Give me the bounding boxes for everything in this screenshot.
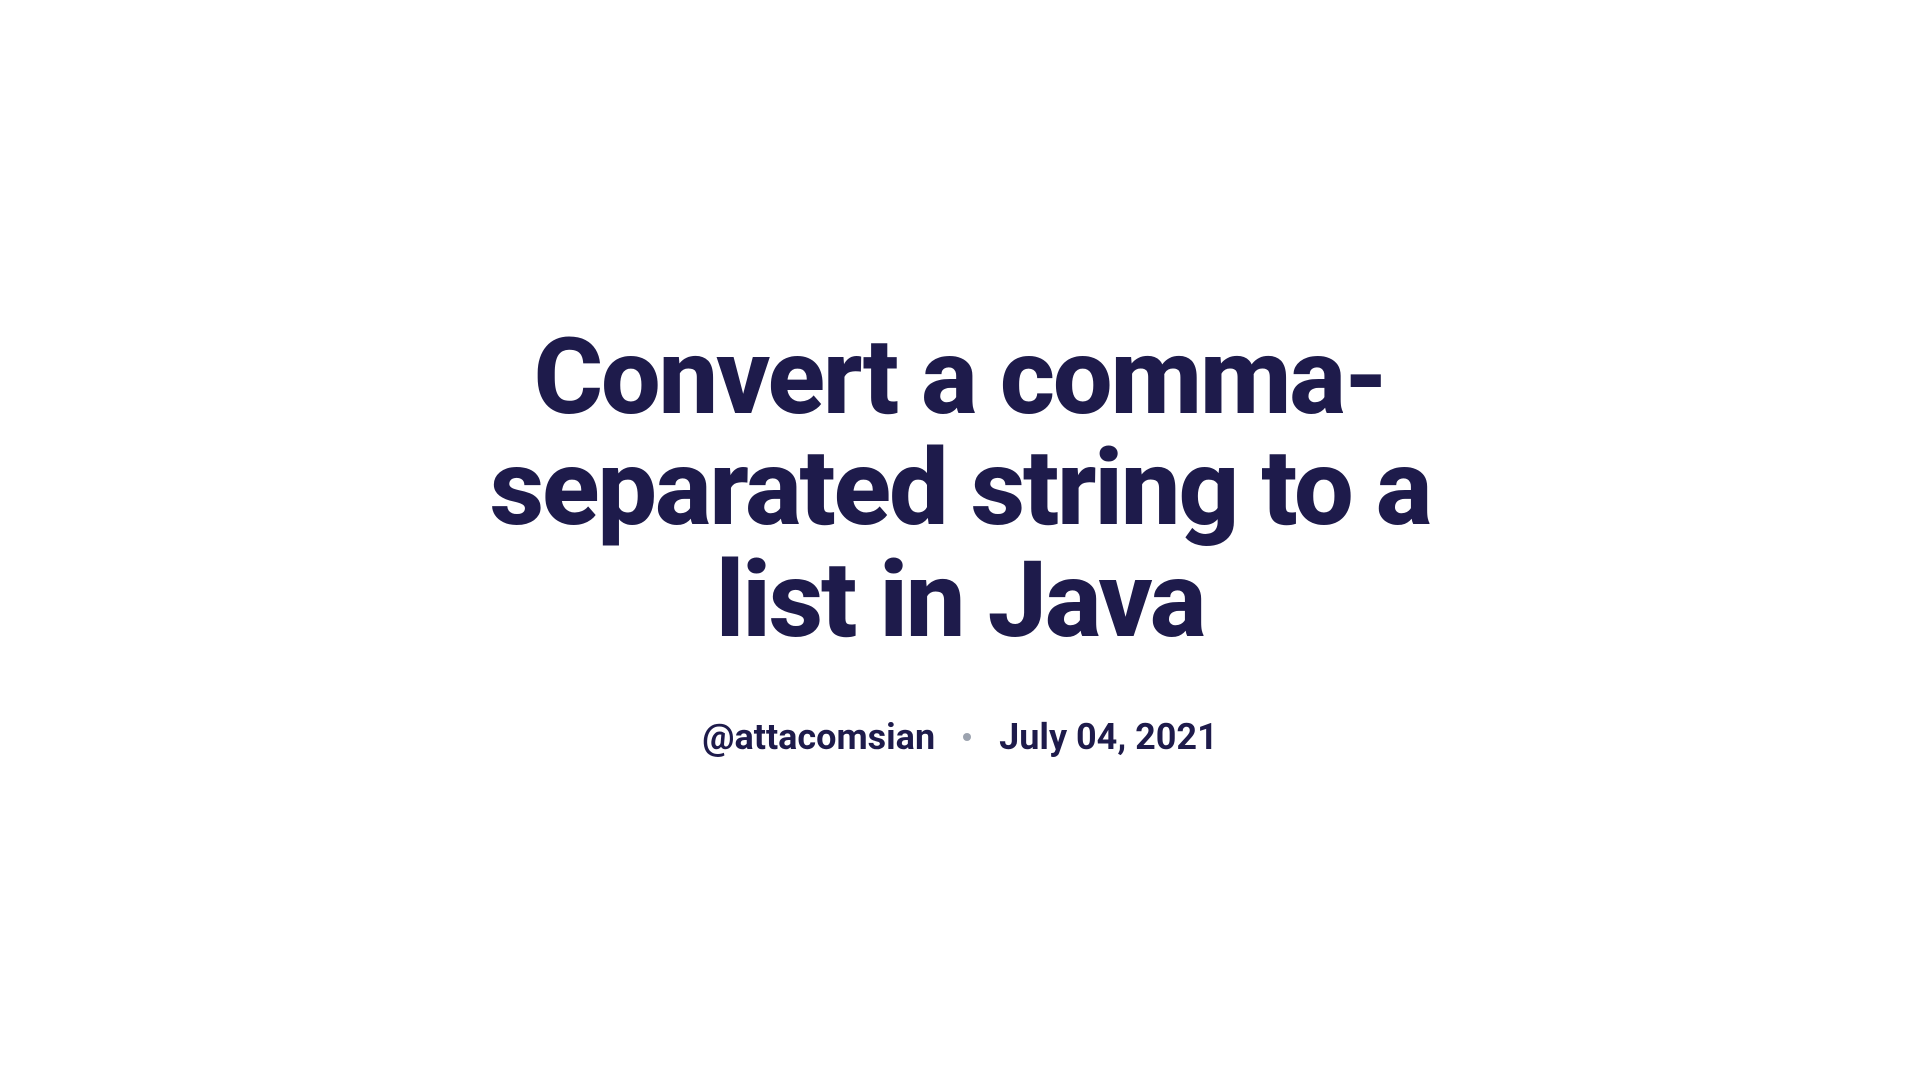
article-date: July 04, 2021 bbox=[999, 716, 1218, 758]
article-title: Convert a comma-separated string to a li… bbox=[410, 322, 1510, 656]
article-meta: @attacomsian July 04, 2021 bbox=[410, 716, 1510, 758]
separator-dot bbox=[963, 733, 971, 741]
author-handle: @attacomsian bbox=[702, 716, 935, 758]
article-header: Convert a comma-separated string to a li… bbox=[410, 322, 1510, 758]
